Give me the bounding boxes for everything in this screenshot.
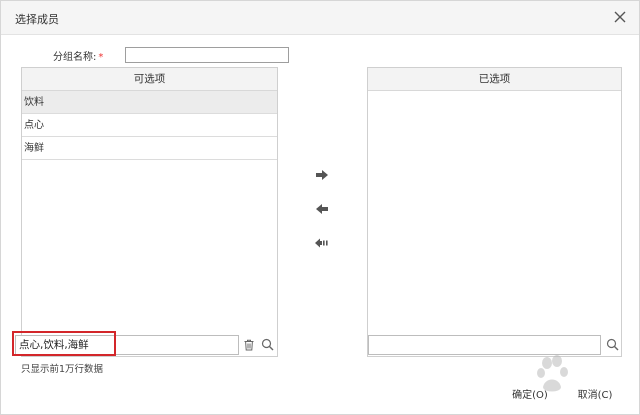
dialog-titlebar: 选择成员	[1, 1, 639, 35]
ok-button[interactable]: 确定(O)	[506, 388, 554, 404]
close-icon[interactable]	[613, 10, 627, 24]
select-members-dialog: 选择成员 分组名称: * 可选项 饮料 点心 海鲜 点心,饮料,海鲜 只显示前1万…	[0, 0, 640, 415]
arrow-left-icon[interactable]	[314, 202, 330, 216]
arrow-left-all-icon[interactable]	[314, 236, 330, 250]
selected-header: 已选项	[368, 68, 621, 91]
row-limit-note: 只显示前1万行数据	[21, 364, 104, 375]
group-name-label: 分组名称: *	[53, 48, 103, 63]
list-item[interactable]: 海鲜	[22, 137, 277, 160]
group-name-label-text: 分组名称:	[53, 52, 97, 63]
highlight-box	[12, 331, 116, 356]
search-icon[interactable]	[261, 338, 274, 351]
required-mark: *	[98, 52, 104, 63]
available-header: 可选项	[22, 68, 277, 91]
selected-search-input[interactable]	[368, 335, 601, 355]
search-icon[interactable]	[606, 338, 619, 351]
cancel-button[interactable]: 取消(C)	[571, 388, 619, 404]
list-item[interactable]: 饮料	[22, 91, 277, 114]
selected-panel: 已选项	[367, 67, 622, 357]
group-name-input[interactable]	[125, 47, 289, 63]
list-item[interactable]: 点心	[22, 114, 277, 137]
arrow-right-icon[interactable]	[314, 168, 330, 182]
available-panel: 可选项 饮料 点心 海鲜	[21, 67, 278, 357]
dialog-title: 选择成员	[15, 13, 59, 26]
trash-icon[interactable]	[243, 339, 255, 351]
